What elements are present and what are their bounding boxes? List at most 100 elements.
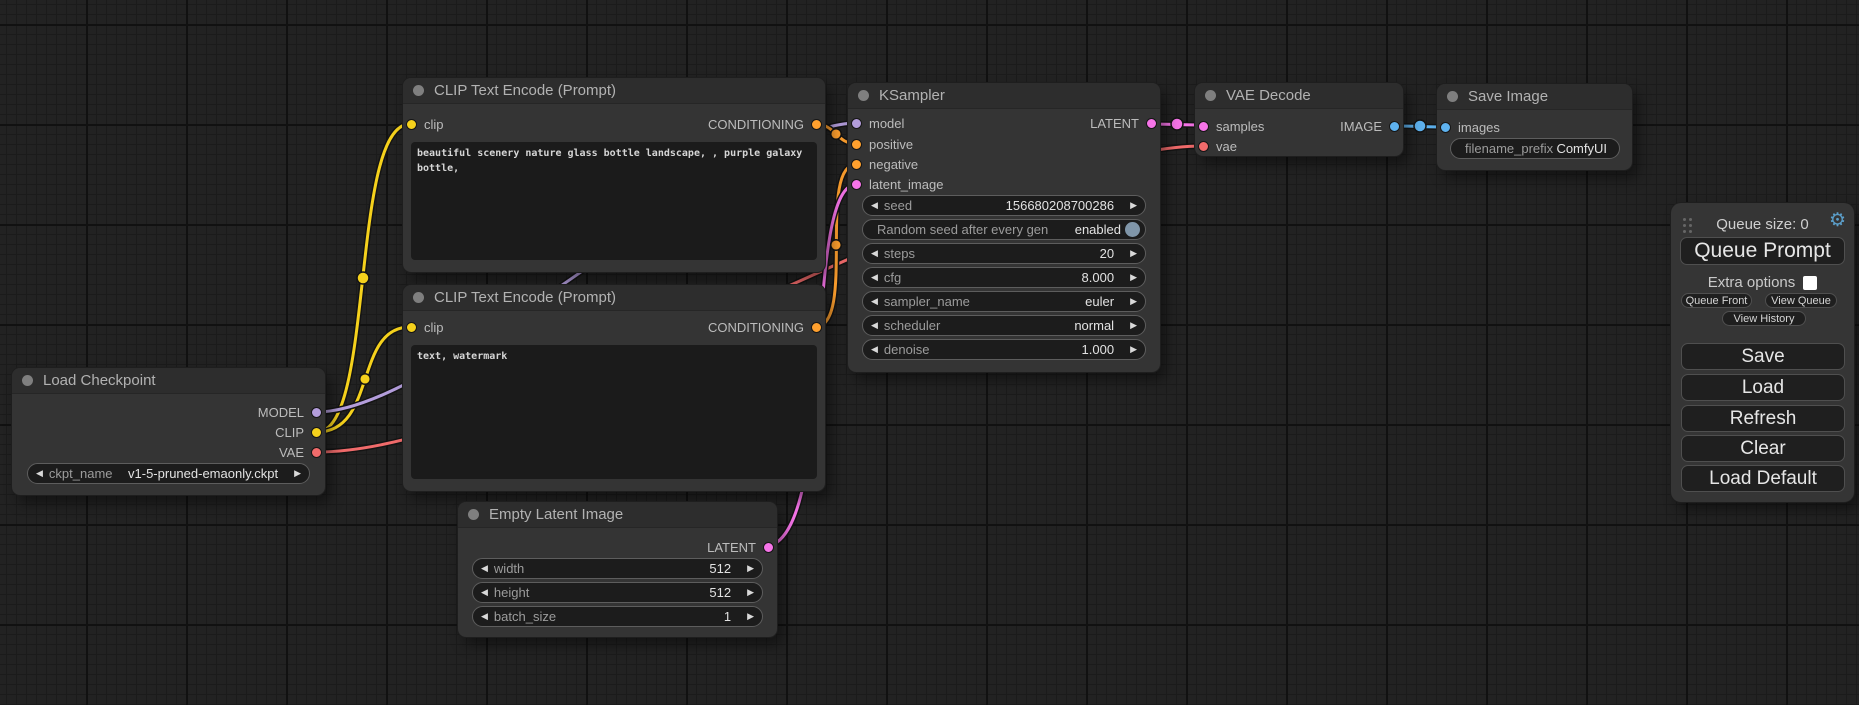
collapse-dot[interactable] <box>858 90 869 101</box>
view-queue-button[interactable]: View Queue <box>1765 293 1837 308</box>
node-title-label: CLIP Text Encode (Prompt) <box>434 82 616 99</box>
port-dot-model[interactable] <box>851 118 862 129</box>
widget-filename-prefix[interactable]: filename_prefix ComfyUI <box>1450 138 1620 159</box>
output-conditioning: CONDITIONING <box>708 317 822 337</box>
arrow-left-icon[interactable]: ◀ <box>871 321 878 330</box>
arrow-left-icon[interactable]: ◀ <box>871 201 878 210</box>
comfyui-canvas[interactable]: { "colors": { "model": "#b39ddb", "clip"… <box>0 0 1859 705</box>
port-dot-conditioning[interactable] <box>851 159 862 170</box>
collapse-dot[interactable] <box>22 375 33 386</box>
widget-height[interactable]: ◀ height 512 ▶ <box>472 582 763 603</box>
widget-value: 1 <box>724 609 731 624</box>
arrow-right-icon[interactable]: ▶ <box>1130 321 1137 330</box>
arrow-left-icon[interactable]: ◀ <box>36 469 43 478</box>
prompt-textarea[interactable]: text, watermark <box>411 345 817 479</box>
node-clip-text-encode-negative[interactable]: CLIP Text Encode (Prompt) clip CONDITION… <box>403 285 825 491</box>
port-dot-model[interactable] <box>311 407 322 418</box>
port-dot-clip[interactable] <box>406 322 417 333</box>
input-samples: samples <box>1198 116 1264 136</box>
node-header[interactable]: Save Image <box>1437 84 1632 110</box>
arrow-right-icon[interactable]: ▶ <box>1130 345 1137 354</box>
port-label: CLIP <box>275 425 304 440</box>
link-dot <box>1171 118 1183 130</box>
arrow-right-icon[interactable]: ▶ <box>1130 201 1137 210</box>
load-button[interactable]: Load <box>1681 374 1845 401</box>
port-label: MODEL <box>258 405 304 420</box>
port-label: vae <box>1216 139 1237 154</box>
queue-front-button[interactable]: Queue Front <box>1681 293 1752 308</box>
arrow-left-icon[interactable]: ◀ <box>871 249 878 258</box>
arrow-right-icon[interactable]: ▶ <box>1130 273 1137 282</box>
port-dot-image[interactable] <box>1440 122 1451 133</box>
node-title-label: CLIP Text Encode (Prompt) <box>434 289 616 306</box>
link-dot <box>1414 120 1426 132</box>
node-header[interactable]: Load Checkpoint <box>12 368 325 394</box>
widget-cfg[interactable]: ◀ cfg 8.000 ▶ <box>862 267 1146 288</box>
widget-label: cfg <box>884 270 901 285</box>
arrow-right-icon[interactable]: ▶ <box>747 588 754 597</box>
node-vae-decode[interactable]: VAE Decode samples vae IMAGE <box>1195 83 1403 156</box>
node-header[interactable]: VAE Decode <box>1195 83 1403 109</box>
view-history-button[interactable]: View History <box>1722 311 1806 326</box>
node-header[interactable]: Empty Latent Image <box>458 502 777 528</box>
port-dot-latent[interactable] <box>763 542 774 553</box>
extra-options-checkbox[interactable] <box>1803 276 1817 290</box>
port-dot-image[interactable] <box>1389 121 1400 132</box>
widget-seed[interactable]: ◀ seed 156680208700286 ▶ <box>862 195 1146 216</box>
arrow-left-icon[interactable]: ◀ <box>871 297 878 306</box>
port-dot-clip[interactable] <box>406 119 417 130</box>
arrow-right-icon[interactable]: ▶ <box>1130 249 1137 258</box>
widget-batch-size[interactable]: ◀ batch_size 1 ▶ <box>472 606 763 627</box>
widget-scheduler[interactable]: ◀ scheduler normal ▶ <box>862 315 1146 336</box>
refresh-button[interactable]: Refresh <box>1681 405 1845 432</box>
widget-ckpt-name[interactable]: ◀ ckpt_name v1-5-pruned-emaonly.ckpt ▶ <box>27 463 310 484</box>
arrow-left-icon[interactable]: ◀ <box>481 564 488 573</box>
port-dot-conditioning[interactable] <box>851 139 862 150</box>
prompt-textarea[interactable]: beautiful scenery nature glass bottle la… <box>411 142 817 260</box>
widget-value: 512 <box>709 561 731 576</box>
port-dot-vae[interactable] <box>311 447 322 458</box>
queue-prompt-button[interactable]: Queue Prompt <box>1680 237 1845 265</box>
widget-denoise[interactable]: ◀ denoise 1.000 ▶ <box>862 339 1146 360</box>
node-load-checkpoint[interactable]: Load Checkpoint MODEL CLIP VAE ◀ ckpt_na… <box>12 368 325 495</box>
node-clip-text-encode-positive[interactable]: CLIP Text Encode (Prompt) clip CONDITION… <box>403 78 825 272</box>
collapse-dot[interactable] <box>468 509 479 520</box>
port-dot-vae[interactable] <box>1198 141 1209 152</box>
collapse-dot[interactable] <box>1447 91 1458 102</box>
arrow-left-icon[interactable]: ◀ <box>481 612 488 621</box>
node-save-image[interactable]: Save Image images filename_prefix ComfyU… <box>1437 84 1632 170</box>
node-empty-latent-image[interactable]: Empty Latent Image LATENT ◀ width 512 ▶ … <box>458 502 777 637</box>
arrow-left-icon[interactable]: ◀ <box>871 345 878 354</box>
save-button[interactable]: Save <box>1681 343 1845 370</box>
widget-steps[interactable]: ◀ steps 20 ▶ <box>862 243 1146 264</box>
widget-width[interactable]: ◀ width 512 ▶ <box>472 558 763 579</box>
arrow-left-icon[interactable]: ◀ <box>871 273 878 282</box>
gear-icon[interactable]: ⚙ <box>1829 209 1846 232</box>
output-vae: VAE <box>279 442 322 462</box>
node-ksampler[interactable]: KSampler model positive negative latent_… <box>848 83 1160 372</box>
toggle-circle[interactable] <box>1125 222 1140 237</box>
clear-button[interactable]: Clear <box>1681 435 1845 462</box>
widget-label: height <box>494 585 529 600</box>
port-dot-clip[interactable] <box>311 427 322 438</box>
node-header[interactable]: CLIP Text Encode (Prompt) <box>403 78 825 104</box>
collapse-dot[interactable] <box>413 292 424 303</box>
arrow-right-icon[interactable]: ▶ <box>294 469 301 478</box>
arrow-right-icon[interactable]: ▶ <box>747 612 754 621</box>
port-dot-conditioning[interactable] <box>811 322 822 333</box>
port-dot-latent[interactable] <box>1146 118 1157 129</box>
node-header[interactable]: KSampler <box>848 83 1160 109</box>
node-header[interactable]: CLIP Text Encode (Prompt) <box>403 285 825 311</box>
widget-random-seed[interactable]: Random seed after every gen enabled <box>862 219 1146 240</box>
port-dot-latent[interactable] <box>851 179 862 190</box>
collapse-dot[interactable] <box>413 85 424 96</box>
collapse-dot[interactable] <box>1205 90 1216 101</box>
port-dot-conditioning[interactable] <box>811 119 822 130</box>
widget-sampler-name[interactable]: ◀ sampler_name euler ▶ <box>862 291 1146 312</box>
port-label: latent_image <box>869 177 943 192</box>
arrow-right-icon[interactable]: ▶ <box>1130 297 1137 306</box>
port-dot-latent[interactable] <box>1198 121 1209 132</box>
load-default-button[interactable]: Load Default <box>1681 465 1845 492</box>
arrow-left-icon[interactable]: ◀ <box>481 588 488 597</box>
arrow-right-icon[interactable]: ▶ <box>747 564 754 573</box>
